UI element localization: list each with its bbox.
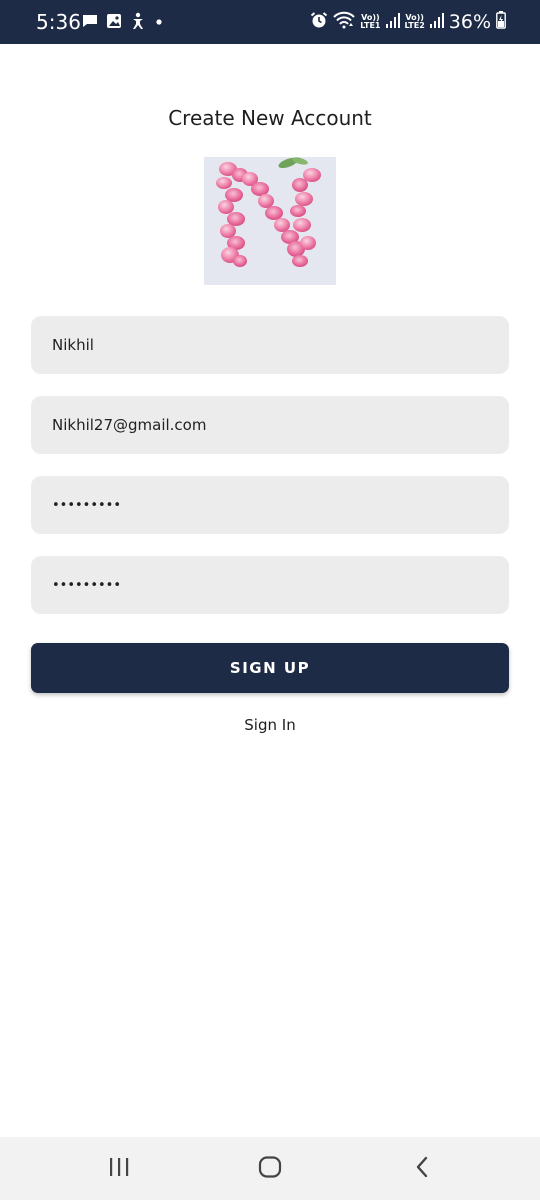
battery-percent: 36%	[448, 11, 491, 33]
sim1-label: Vo)) LTE1	[360, 13, 381, 30]
sign-up-button[interactable]: SIGN UP	[31, 643, 509, 693]
status-bar: 5:36 Vo)) LTE1 Vo)) LTE2 36%	[0, 0, 540, 44]
wifi-icon	[333, 11, 355, 34]
app-logo	[204, 157, 336, 285]
chat-icon	[82, 13, 98, 34]
rose-petal-n-logo	[204, 157, 336, 285]
notification-icons	[82, 12, 164, 35]
battery-icon	[496, 10, 506, 34]
accessibility-icon	[130, 12, 146, 35]
alarm-icon	[310, 11, 328, 34]
sim2-label: Vo)) LTE2	[404, 13, 425, 30]
image-icon	[106, 13, 122, 34]
system-nav-bar	[0, 1137, 540, 1200]
name-field[interactable]	[31, 316, 509, 374]
email-field[interactable]	[31, 396, 509, 454]
back-icon	[414, 1156, 430, 1183]
password-field[interactable]	[31, 476, 509, 534]
back-button[interactable]	[402, 1149, 442, 1189]
recent-apps-button[interactable]	[99, 1149, 139, 1189]
system-icons: Vo)) LTE1 Vo)) LTE2 36%	[310, 10, 506, 34]
signal-icon	[385, 12, 400, 33]
home-button[interactable]	[250, 1149, 290, 1189]
dot-icon	[154, 14, 164, 32]
confirm-password-field[interactable]	[31, 556, 509, 614]
recent-apps-icon	[108, 1157, 130, 1182]
page-title: Create New Account	[168, 106, 372, 130]
sign-in-link[interactable]: Sign In	[0, 714, 540, 736]
signal-icon	[429, 12, 444, 33]
home-icon	[258, 1155, 282, 1183]
status-time: 5:36	[36, 10, 81, 34]
